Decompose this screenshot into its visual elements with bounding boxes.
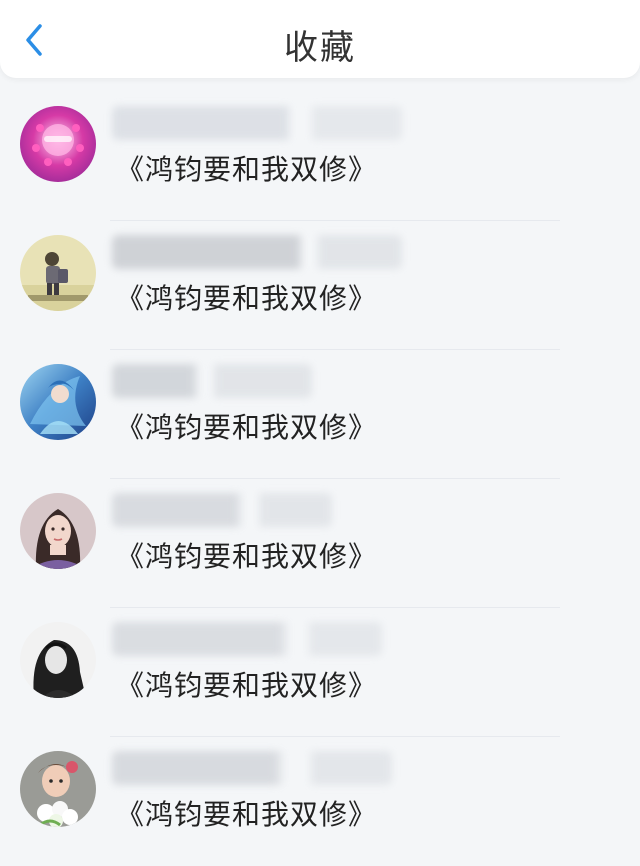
avatar[interactable]	[20, 106, 96, 182]
username-blurred	[112, 106, 402, 140]
username-blurred	[112, 493, 332, 527]
book-title[interactable]: 《鸿钧要和我双修》	[116, 277, 377, 317]
list-item[interactable]: 《鸿钧要和我双修》	[0, 479, 640, 608]
username-blurred	[112, 751, 392, 785]
book-title[interactable]: 《鸿钧要和我双修》	[116, 148, 377, 188]
avatar[interactable]	[20, 235, 96, 311]
pink-heart-avatar-icon	[20, 106, 96, 182]
book-title[interactable]: 《鸿钧要和我双修》	[116, 406, 377, 446]
book-title[interactable]: 《鸿钧要和我双修》	[116, 535, 377, 575]
username-blurred	[112, 622, 382, 656]
list-item[interactable]: 《鸿钧要和我双修》	[0, 350, 640, 479]
avatar[interactable]	[20, 622, 96, 698]
boy-sketch-avatar-icon	[20, 235, 96, 311]
child-flowers-avatar-icon	[20, 751, 96, 827]
girl-portrait-avatar-icon	[20, 493, 96, 569]
mono-girl-avatar-icon	[20, 622, 96, 698]
username-blurred	[112, 235, 402, 269]
list-item[interactable]: 《鸿钧要和我双修》	[0, 92, 640, 221]
username-blurred	[112, 364, 312, 398]
list-item[interactable]: 《鸿钧要和我双修》	[0, 221, 640, 350]
favorites-list: 《鸿钧要和我双修》 《鸿钧要和我双修》 《鸿钧要和我双修》 《鸿钧要和我双修》 …	[0, 92, 640, 866]
top-bar: 收藏	[0, 0, 640, 78]
page-title: 收藏	[284, 28, 356, 68]
blue-anime-avatar-icon	[20, 364, 96, 440]
avatar[interactable]	[20, 364, 96, 440]
avatar[interactable]	[20, 751, 96, 827]
avatar[interactable]	[20, 493, 96, 569]
list-item[interactable]: 《鸿钧要和我双修》	[0, 737, 640, 866]
list-item[interactable]: 《鸿钧要和我双修》	[0, 608, 640, 737]
book-title[interactable]: 《鸿钧要和我双修》	[116, 793, 377, 833]
book-title[interactable]: 《鸿钧要和我双修》	[116, 664, 377, 704]
